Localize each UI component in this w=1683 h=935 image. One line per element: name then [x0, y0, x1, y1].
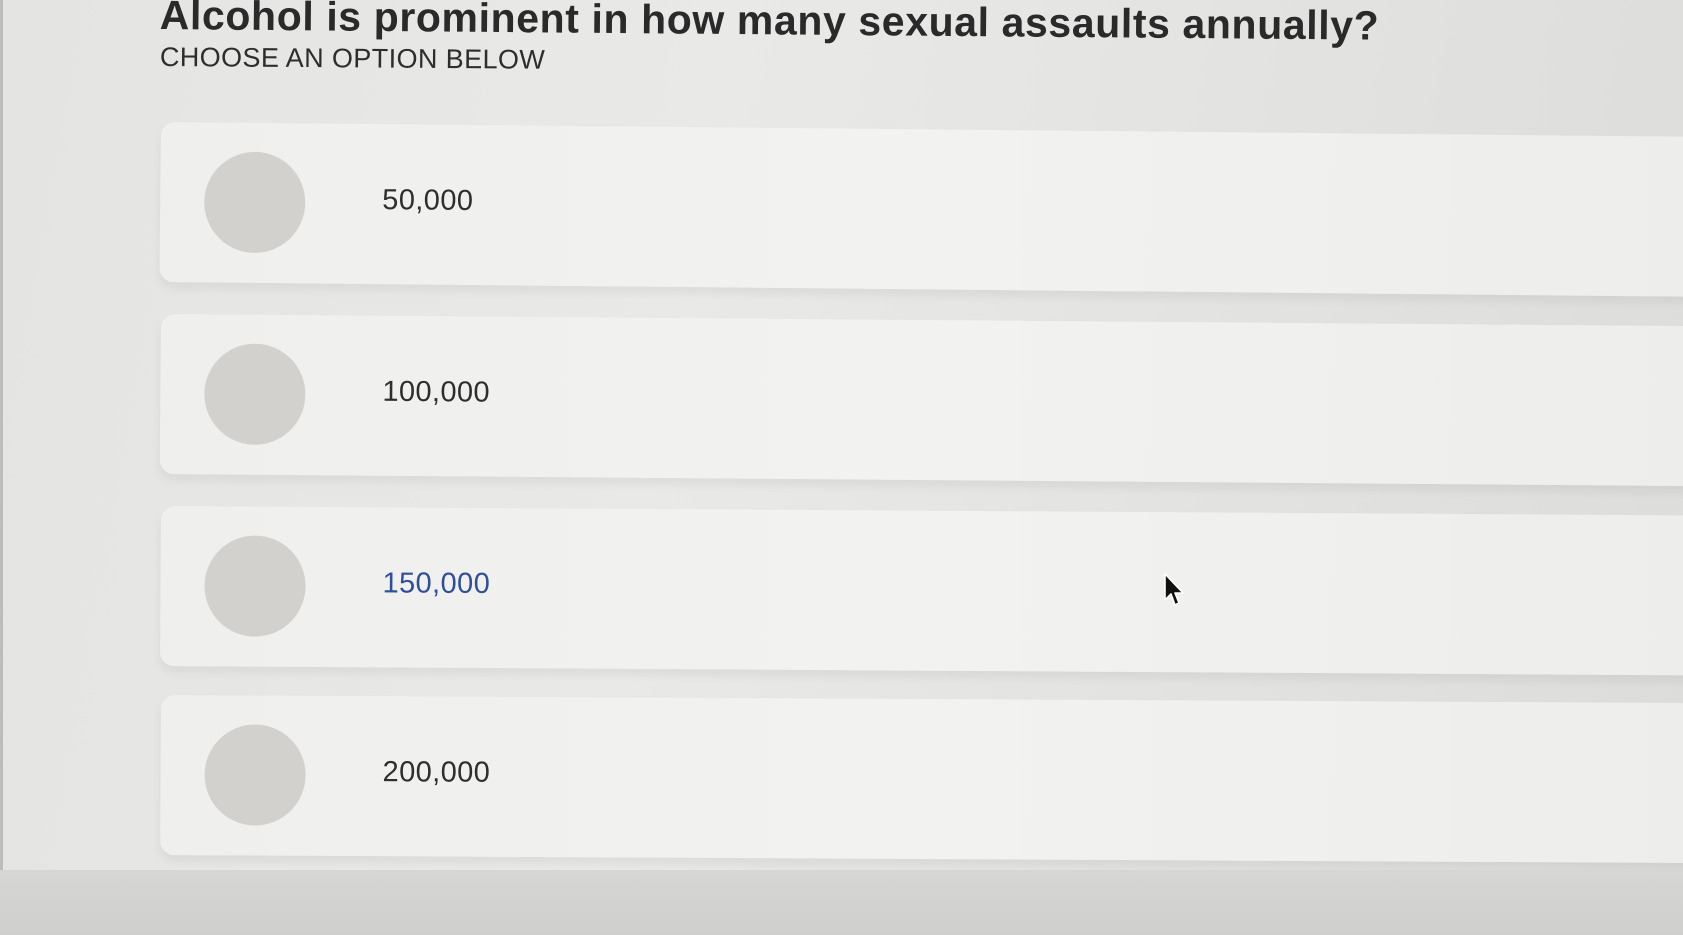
option-card-1[interactable]: 50,000 — [159, 122, 1683, 297]
radio-circle-icon[interactable] — [203, 343, 306, 446]
option-label: 100,000 — [382, 375, 491, 409]
option-label: 200,000 — [382, 756, 491, 789]
radio-circle-icon[interactable] — [203, 151, 306, 254]
bottom-bezel — [0, 870, 1683, 935]
radio-circle-icon[interactable] — [204, 535, 306, 637]
mouse-pointer-icon — [1164, 573, 1184, 606]
option-card-2[interactable]: 100,000 — [159, 314, 1683, 487]
radio-circle-icon[interactable] — [204, 724, 306, 826]
option-label: 150,000 — [382, 567, 491, 601]
option-card-4[interactable]: 200,000 — [160, 695, 1683, 864]
answer-options: 50,000 100,000 150,000 200,000 — [0, 0, 1683, 935]
option-label: 50,000 — [382, 184, 474, 218]
option-card-3[interactable]: 150,000 — [160, 506, 1683, 676]
